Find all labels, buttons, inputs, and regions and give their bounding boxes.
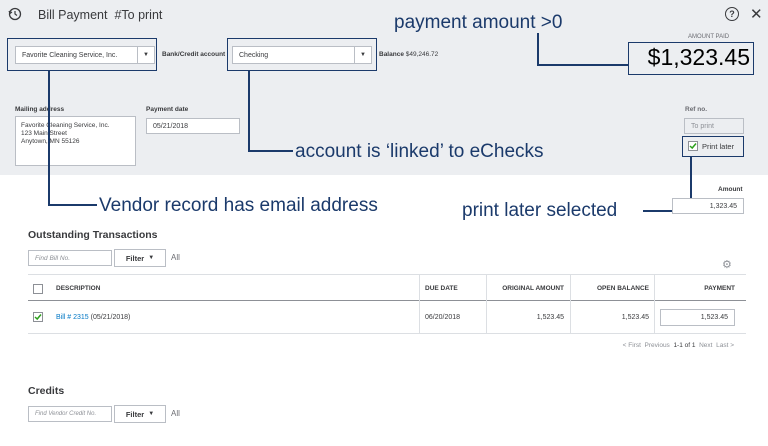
column-divider — [486, 274, 487, 334]
find-credit-input[interactable]: Find Vendor Credit No. — [28, 406, 112, 422]
row-due-date: 06/20/2018 — [425, 314, 461, 321]
amount-label: Amount — [718, 186, 743, 193]
bank-account-label: Bank/Credit account — [162, 51, 226, 58]
credits-all-label: All — [171, 409, 180, 418]
history-icon[interactable] — [8, 7, 22, 21]
payment-date-value: 05/21/2018 — [153, 122, 189, 130]
row-original-amount: 1,523.45 — [536, 314, 564, 321]
bill-date: (05/21/2018) — [90, 314, 131, 321]
ref-label: Ref no. — [685, 106, 708, 113]
annotation-line-vendor-v — [48, 71, 50, 205]
annotation-line-payment — [537, 33, 539, 66]
print-later-checkbox[interactable] — [688, 141, 698, 151]
credits-filter-button[interactable]: Filter ▼ — [114, 405, 166, 423]
annotation-vendor: Vendor record has email address — [99, 195, 378, 216]
col-open-balance[interactable]: OPEN BALANCE — [577, 285, 649, 292]
annotation-print: print later selected — [462, 200, 618, 221]
row-payment-input[interactable]: 1,523.45 — [660, 309, 735, 326]
mailing-line: Anytown, MN 55126 — [21, 138, 80, 145]
annotation-account: account is ‘linked’ to eChecks — [295, 141, 544, 162]
page-title: Bill Payment #To print — [38, 8, 162, 22]
amount-paid-label: AMOUNT PAID — [688, 34, 730, 40]
mailing-line: Favorite Cleaning Service, Inc. — [21, 122, 110, 129]
find-bill-input[interactable]: Find Bill No. — [28, 250, 112, 266]
credits-title: Credits — [28, 385, 65, 397]
filter-label: Filter — [125, 253, 145, 263]
annotation-line-vendor-h — [48, 204, 97, 206]
annotation-payment: payment amount >0 — [394, 12, 563, 33]
row-description: Bill # 2315 (05/21/2018) — [56, 314, 130, 321]
balance-readout: Balance $49,246.72 — [379, 51, 438, 58]
payment-date-label: Payment date — [146, 106, 189, 113]
row-payment-value: 1,523.45 — [700, 314, 728, 321]
title-text: Bill Payment — [38, 8, 108, 22]
table-header-border — [28, 300, 746, 301]
help-icon[interactable]: ? — [725, 7, 739, 21]
pagination-first[interactable]: < First — [623, 342, 641, 349]
pagination-last[interactable]: Last > — [716, 342, 734, 349]
table-bottom-border — [28, 333, 746, 334]
select-all-checkbox[interactable] — [33, 284, 43, 294]
column-divider — [419, 274, 420, 334]
pagination: < First Previous 1-1 of 1 Next Last > — [560, 342, 734, 349]
payment-date-input[interactable]: 05/21/2018 — [146, 118, 240, 134]
row-open-balance: 1,523.45 — [621, 314, 649, 321]
annotation-line-account-v — [248, 71, 250, 151]
pagination-range: 1-1 of 1 — [673, 342, 696, 349]
bill-link[interactable]: Bill # 2315 — [56, 314, 89, 321]
annotation-box-account — [227, 38, 377, 71]
col-due-date[interactable]: DUE DATE — [425, 285, 458, 292]
pagination-next[interactable]: Next — [699, 342, 712, 349]
amount-value: 1,323.45 — [709, 202, 737, 210]
title-subtitle: #To print — [114, 8, 163, 22]
amount-input[interactable]: 1,323.45 — [672, 198, 744, 214]
filter-all-label: All — [171, 253, 180, 262]
balance-value: $49,246.72 — [405, 51, 439, 58]
ref-input[interactable]: To print — [684, 118, 744, 134]
mailing-label: Mailing address — [15, 106, 65, 113]
col-original-amount[interactable]: ORIGINAL AMOUNT — [493, 285, 564, 292]
find-bill-placeholder: Find Bill No. — [35, 254, 71, 262]
print-later-label: Print later — [702, 142, 735, 151]
annotation-line-account-h — [248, 150, 293, 152]
mailing-address-field[interactable]: Favorite Cleaning Service, Inc. 123 Main… — [15, 116, 136, 166]
amount-paid-value: $1,323.45 — [647, 44, 750, 70]
annotation-line-payment-h — [537, 64, 628, 66]
close-icon[interactable]: ✕ — [750, 5, 763, 23]
column-divider — [654, 274, 655, 334]
gear-icon[interactable]: ⚙ — [722, 258, 732, 271]
annotation-box-payee — [7, 38, 157, 71]
col-description[interactable]: DESCRIPTION — [56, 285, 100, 292]
column-divider — [570, 274, 571, 334]
balance-label: Balance — [379, 51, 404, 58]
mailing-line: 123 Main Street — [21, 130, 67, 137]
col-payment[interactable]: PAYMENT — [680, 285, 735, 292]
ref-placeholder: To print — [691, 122, 714, 130]
credits-filter-label: Filter — [125, 409, 145, 419]
outstanding-title: Outstanding Transactions — [28, 229, 158, 241]
caret-down-icon: ▼ — [148, 255, 155, 261]
find-credit-placeholder: Find Vendor Credit No. — [35, 411, 97, 417]
pagination-previous[interactable]: Previous — [645, 342, 670, 349]
table-top-border — [28, 274, 746, 275]
caret-down-icon: ▼ — [148, 411, 155, 417]
filter-button[interactable]: Filter ▼ — [114, 249, 166, 267]
row-checkbox[interactable] — [33, 312, 43, 322]
